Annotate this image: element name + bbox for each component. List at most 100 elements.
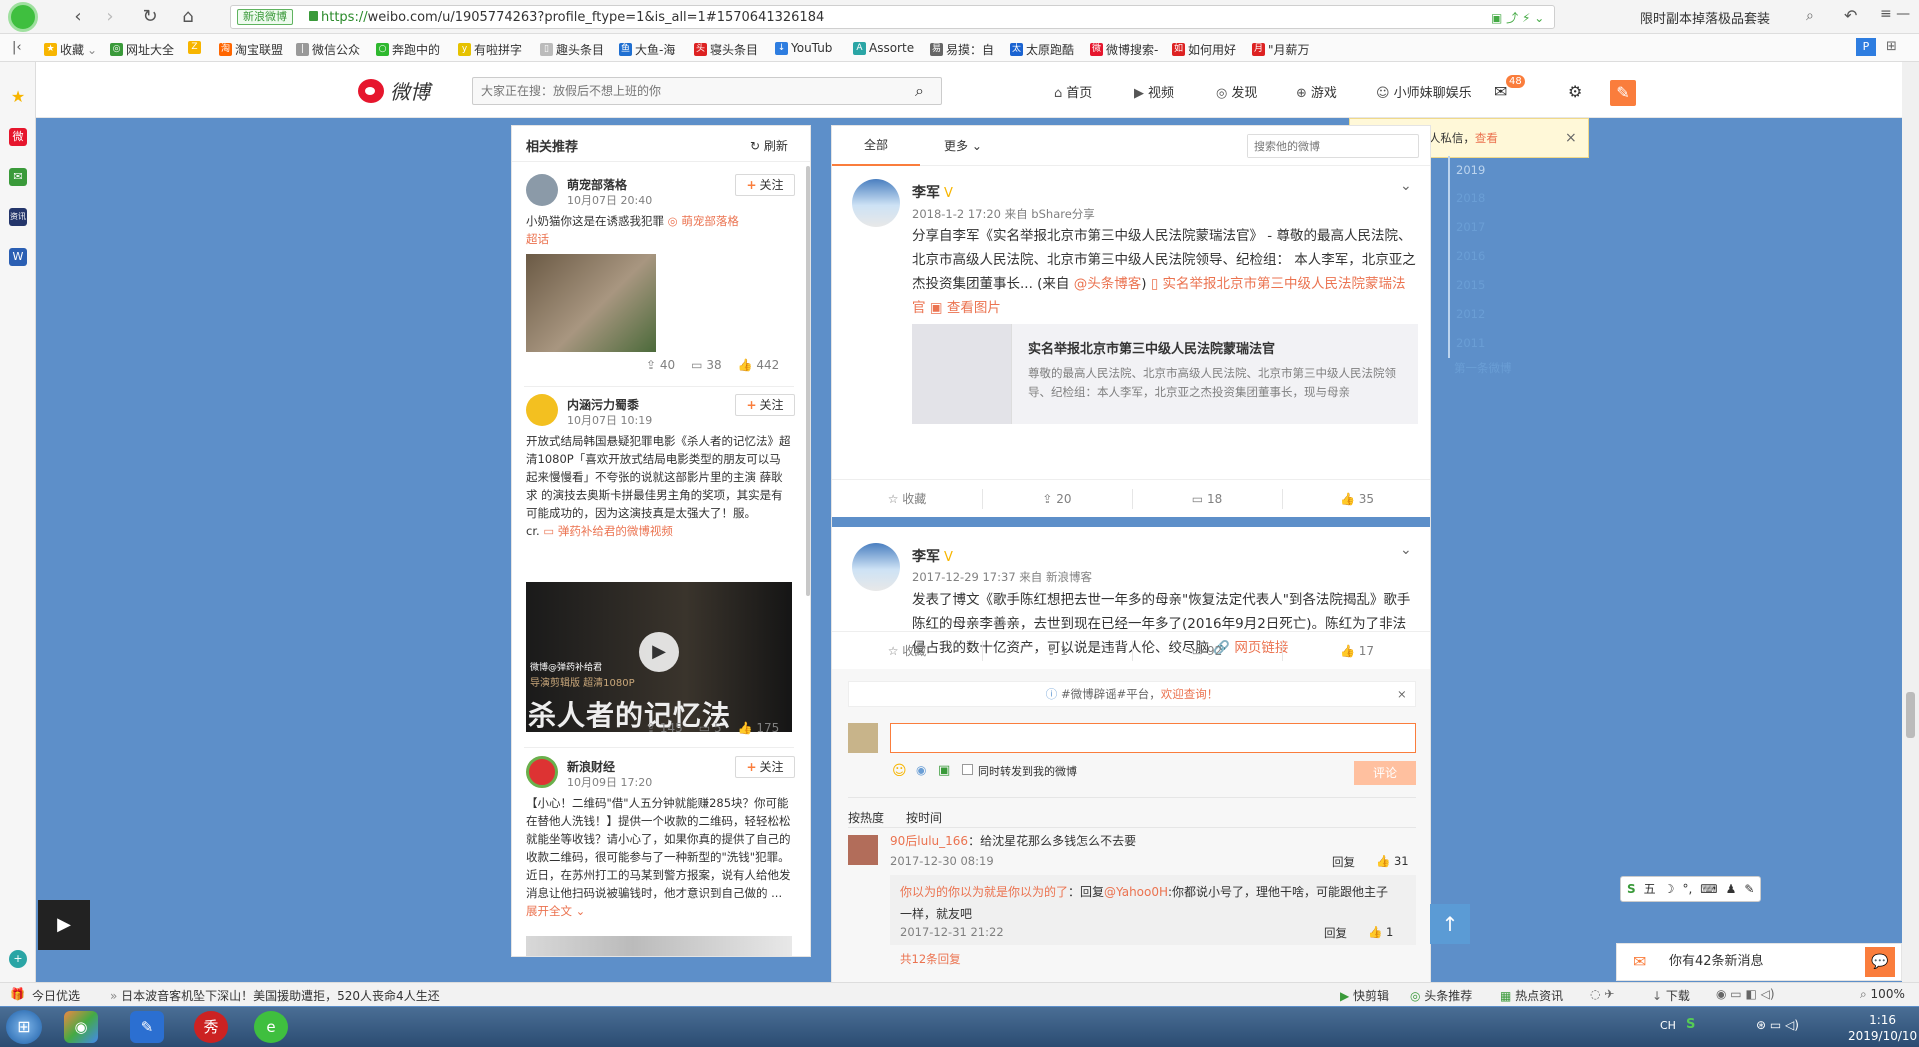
daily-pick[interactable]: 今日优选 [32,987,80,1004]
repost-button[interactable]: ⇪ 1 [982,632,1132,670]
bookmark-item[interactable]: 鱼大鱼-海 [619,41,675,58]
avatar[interactable] [852,543,900,591]
follow-button[interactable]: + 关注 [735,394,795,416]
start-button[interactable]: ⊞ [6,1010,42,1044]
comment-like[interactable]: 👍 1 [1368,925,1393,939]
page-scrollbar[interactable] [1902,62,1919,982]
article-card[interactable]: 实名举报北京市第三中级人民法院蒙瑞法官 尊敬的最高人民法院、北京市高级人民法院、… [912,324,1418,424]
sogou-tray-icon[interactable]: S [1686,1017,1695,1032]
search-icon[interactable]: ⌕ [1806,8,1814,24]
like-button[interactable]: 👍 17 [1282,632,1430,670]
mini-video-player[interactable]: ▶ [38,900,90,950]
nav-games[interactable]: ⊕ 游戏 [1296,82,1337,101]
user-name[interactable]: 萌宠部落格 [567,176,627,193]
timeline-year[interactable]: 2018 [1448,184,1485,213]
post-menu-icon[interactable]: ⌄ [1400,542,1412,558]
edit-app-icon[interactable]: ✎ [130,1011,164,1043]
image-icon[interactable]: ▣ [938,763,950,778]
like-count[interactable]: 👍 175 [738,721,780,735]
status-item[interactable]: ◎ 头条推荐 [1410,987,1472,1004]
like-count[interactable]: 👍 442 [738,358,780,372]
tray-icons[interactable]: ⊛ ▭ ◁) [1756,1018,1799,1032]
xiu-app-icon[interactable]: 秀 [194,1011,228,1043]
repost-count[interactable]: ⇪ 40 [646,358,675,372]
plus-icon[interactable]: + [9,950,27,968]
bookmark-item[interactable]: 微微博搜索- [1090,41,1158,58]
emoji-icon[interactable]: ☺ [892,763,907,779]
close-icon[interactable]: × [1397,682,1407,706]
expand-link[interactable]: 展开全文 ⌄ [526,904,585,918]
comment-avatar[interactable] [848,835,878,865]
avatar[interactable] [526,174,558,206]
avatar[interactable] [852,179,900,227]
tab-more[interactable]: 更多 ⌄ [944,126,982,166]
like-button[interactable]: 👍 35 [1282,480,1430,518]
kitten-image[interactable] [526,254,656,352]
user-name[interactable]: 新浪财经 [567,758,615,775]
timeline-year[interactable]: 2017 [1448,213,1485,242]
comment-count[interactable]: ▭ 38 [691,358,721,372]
chat-icon[interactable]: 💬 [1865,947,1895,977]
comment-button[interactable]: ▭ 92 [1132,632,1282,670]
video-thumbnail[interactable]: 微博@弹药补给君 导演剪辑版 超清1080P 杀人者的记忆法 ▶ [526,582,792,732]
comment-submit-button[interactable]: 评论 [1354,761,1416,785]
sidebar-toggle-icon[interactable]: |‹ [12,40,22,55]
forward-icon[interactable]: › [98,5,122,29]
user-name[interactable]: 内涵污力蜀黍 [567,396,639,413]
back-icon[interactable]: ‹ [66,5,90,29]
reload-icon[interactable]: ↻ [138,5,162,29]
input-language[interactable]: CH [1660,1019,1676,1032]
timeline-first-post[interactable]: 第一条微博 [1448,354,1512,383]
close-icon[interactable]: × [1565,119,1577,157]
play-icon[interactable]: ▶ [639,632,679,672]
sync-checkbox[interactable] [962,764,973,775]
nav-video[interactable]: ▶ 视频 [1134,82,1174,101]
bookmark-favorites[interactable]: ★ 收藏 ⌄ [44,41,97,58]
more-replies-link[interactable]: 共12条回复 [900,951,961,967]
comment-user[interactable]: 90后lulu_166 [890,834,968,848]
bookmark-item[interactable]: 太太原跑酷 [1010,41,1074,58]
favorite-button[interactable]: ☆ 收藏 [832,480,982,518]
user-name[interactable]: 李军 [912,185,940,201]
comment-button[interactable]: ▭ 18 [1132,480,1282,518]
window-controls[interactable]: ≡ — [1880,6,1910,22]
status-item[interactable]: ▶ 快剪辑 [1340,987,1389,1004]
reply-button[interactable]: 回复 [1324,925,1347,941]
sort-time[interactable]: 按时间 [906,809,942,826]
bookmark-item[interactable]: ○ 奔跑中的 [376,41,440,58]
bookmark-item[interactable]: y 有啦拼字 [458,41,522,58]
repost-count[interactable]: ⇪ 145 [646,721,683,735]
timeline-year[interactable]: 2015 [1448,271,1485,300]
bookmark-item[interactable]: ◎ 网址大全 [110,41,174,58]
status-item[interactable]: ▦ 热点资讯 [1500,987,1563,1004]
comment-like[interactable]: 👍 31 [1376,854,1409,868]
feed-search-input[interactable] [1248,135,1388,157]
address-bar[interactable]: 新浪微博 https://weibo.com/u/1905774263?prof… [230,5,1555,29]
favorite-button[interactable]: ☆ 收藏 [832,632,982,670]
news-icon[interactable]: 资讯 [9,208,27,226]
mention-link[interactable]: @头条博客 [1074,276,1142,292]
home-icon[interactable]: ⌂ [176,5,200,29]
profile-icon[interactable]: P [1856,38,1876,56]
bookmark-youtube[interactable]: ↓ YouTub [775,41,832,55]
download-item[interactable]: ↓ 下载 [1652,987,1690,1004]
comment-count[interactable]: ▭ 5 [699,721,722,735]
browser-taskbar-icon[interactable]: e [254,1011,288,1043]
nav-profile[interactable]: ☺ 小师妹聊娱乐 [1376,82,1472,101]
sort-hot[interactable]: 按热度 [848,809,884,826]
avatar[interactable] [526,756,558,788]
bookmark-item[interactable]: 头寝头条目 [694,41,758,58]
repost-button[interactable]: ⇪ 20 [982,480,1132,518]
grid-icon[interactable]: ⊞ [1886,39,1897,54]
app-icon[interactable]: ◉ [64,1011,98,1043]
bookmark-item[interactable]: | 微信公众 [296,41,360,58]
settings-icon[interactable]: ⚙ [1568,82,1582,101]
follow-button[interactable]: + 关注 [735,756,795,778]
tab-all[interactable]: 全部 [832,126,920,166]
bookmark-item[interactable]: 易易摸：自 [930,41,994,58]
follow-button[interactable]: + 关注 [735,174,795,196]
bookmark-item[interactable]: A Assorte [853,41,914,55]
ime-toolbar[interactable]: S 五 ☽ °, ⌨ ♟ ✎ [1620,876,1762,902]
new-message-bar[interactable]: ✉ 你有42条新消息 💬 [1616,943,1902,981]
bookmark-item[interactable]: 月 "月薪万 [1252,41,1310,58]
